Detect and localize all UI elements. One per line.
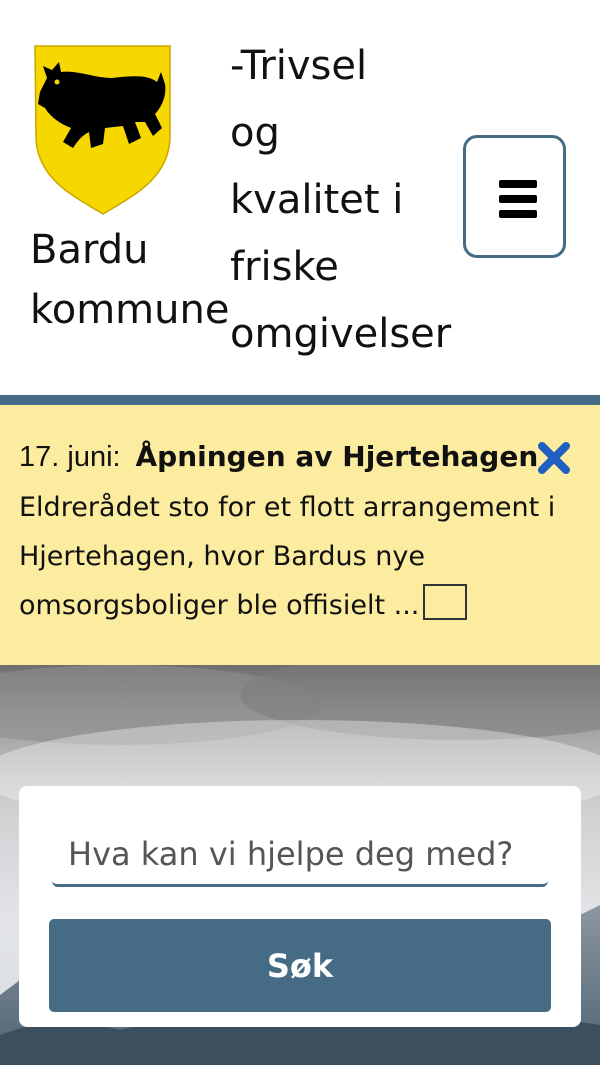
- search-input[interactable]: [52, 824, 548, 887]
- site-slogan: -Trivsel og kvalitet i friske omgivelser: [230, 43, 452, 357]
- close-icon[interactable]: [537, 441, 571, 475]
- menu-button[interactable]: [463, 135, 566, 258]
- hamburger-icon: [499, 180, 537, 218]
- news-body: Eldrerådet sto for et flott arrangement …: [19, 483, 594, 630]
- search-button[interactable]: Søk: [49, 919, 551, 1012]
- search-card: Søk: [19, 786, 581, 1027]
- read-more-checkbox[interactable]: [423, 584, 468, 620]
- news-excerpt: Eldrerådet sto for et flott arrangement …: [19, 492, 556, 621]
- news-date: 17. juni:: [19, 441, 121, 473]
- home-logo-link[interactable]: Bardu kommune: [30, 44, 230, 344]
- site-header: Bardu kommune -Trivsel og kvalitet i fri…: [0, 0, 600, 395]
- municipality-name: Bardu kommune: [30, 227, 230, 333]
- bear-coat-of-arms-icon: [34, 45, 171, 215]
- news-headline: 17. juni: Åpningen av Hjertehagen: [19, 439, 589, 475]
- news-banner: 17. juni: Åpningen av Hjertehagen Eldrer…: [0, 405, 600, 665]
- header-divider: [0, 395, 600, 405]
- news-title-link[interactable]: Åpningen av Hjertehagen: [135, 440, 538, 473]
